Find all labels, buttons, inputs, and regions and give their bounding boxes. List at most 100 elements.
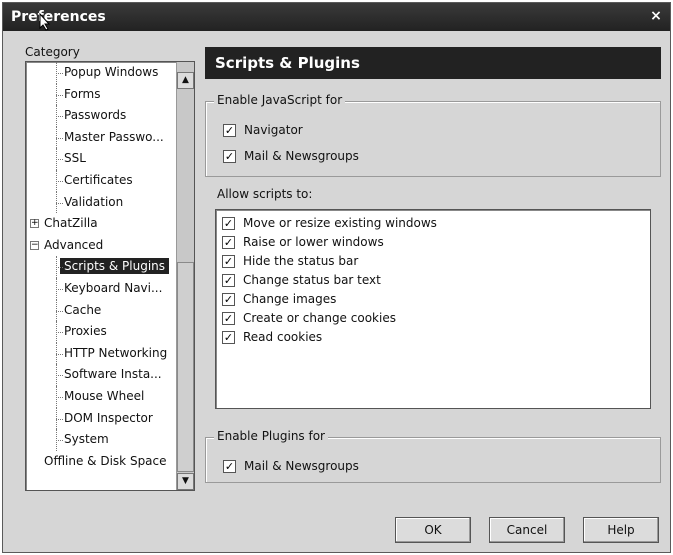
allow-script-label: Change images <box>243 292 337 306</box>
checkbox-box[interactable]: ✓ <box>222 235 235 249</box>
mail-newsgroups-label: Mail & Newsgroups <box>244 149 359 163</box>
tree-item-offline-disk-space[interactable]: Offline & Disk Space <box>26 451 176 473</box>
allow-script-option[interactable]: ✓ Create or change cookies <box>222 309 396 327</box>
navigator-checkbox[interactable]: ✓ Navigator <box>223 121 303 139</box>
close-icon[interactable]: × <box>646 7 666 25</box>
tree-guide-branch <box>56 137 63 139</box>
collapse-icon[interactable]: − <box>30 240 39 250</box>
tree-item-forms[interactable]: Forms <box>26 83 176 106</box>
cancel-button[interactable]: Cancel <box>489 517 565 543</box>
tree-guide-branch <box>56 180 63 182</box>
mail-newsgroups-plugins-checkbox[interactable]: ✓ Mail & Newsgroups <box>223 457 359 475</box>
tree-item-label: Advanced <box>44 237 104 252</box>
mail-newsgroups-js-checkbox[interactable]: ✓ Mail & Newsgroups <box>223 147 359 165</box>
tree-guide-branch <box>56 159 63 161</box>
tree-item-label: Validation <box>64 194 124 209</box>
checkbox-box[interactable]: ✓ <box>223 123 236 137</box>
tree-item-passwords[interactable]: Passwords <box>26 105 176 127</box>
category-label: Category <box>25 45 80 59</box>
tree-item-label: Scripts & Plugins <box>60 258 170 275</box>
help-button[interactable]: Help <box>583 517 659 543</box>
tree-item-dom-inspector[interactable]: DOM Inspector <box>26 407 176 430</box>
allow-script-label: Raise or lower windows <box>243 235 384 249</box>
allow-script-option[interactable]: ✓ Change status bar text <box>222 271 381 289</box>
tree-guide-branch <box>56 353 63 355</box>
tree-item-label: Cache <box>64 302 102 317</box>
title-bar[interactable]: Preferences × <box>3 3 670 31</box>
tree-item-label: Passwords <box>64 108 127 123</box>
tree-item-label: ChatZilla <box>44 216 98 231</box>
allow-script-label: Create or change cookies <box>243 311 396 325</box>
tree-item-ssl[interactable]: SSL <box>26 148 176 170</box>
tree-item-master-passwo[interactable]: Master Passwo... <box>26 126 176 149</box>
tree-item-label: Offline & Disk Space <box>44 453 167 468</box>
mouse-pointer-icon <box>39 13 51 31</box>
tree-item-system[interactable]: System <box>26 429 176 451</box>
tree-item-cache[interactable]: Cache <box>26 299 176 322</box>
allow-scripts-label: Allow scripts to: <box>217 187 313 201</box>
tree-item-label: Certificates <box>64 172 133 187</box>
tree-item-proxies[interactable]: Proxies <box>26 321 176 343</box>
tree-item-http-networking[interactable]: HTTP Networking <box>26 342 176 365</box>
allow-script-option[interactable]: ✓ Hide the status bar <box>222 252 358 270</box>
tree-item-keyboard-navi[interactable]: Keyboard Navi... <box>26 277 176 300</box>
tree-item-label: Popup Windows <box>64 65 159 79</box>
checkbox-box[interactable]: ✓ <box>222 292 235 306</box>
tree-item-label: Software Insta... <box>64 367 162 382</box>
tree-item-popup-windows[interactable]: Popup Windows <box>26 62 176 84</box>
navigator-label: Navigator <box>244 123 303 137</box>
scroll-thumb[interactable] <box>177 262 194 472</box>
allow-scripts-list[interactable]: ✓ Move or resize existing windows ✓ Raise o… <box>215 209 651 409</box>
checkbox-box[interactable]: ✓ <box>223 149 236 163</box>
tree-guide-branch <box>56 94 63 96</box>
tree-guide-branch <box>56 418 63 420</box>
tree-item-validation[interactable]: Validation <box>26 191 176 214</box>
tree-item-scripts-plugins[interactable]: Scripts & Plugins <box>26 256 176 278</box>
allow-script-label: Hide the status bar <box>243 254 359 268</box>
tree-item-label: Keyboard Navi... <box>64 280 163 295</box>
tree-guide-branch <box>56 310 63 312</box>
tree-item-certificates[interactable]: Certificates <box>26 169 176 192</box>
tree-guide-branch <box>56 116 63 118</box>
checkbox-box[interactable]: ✓ <box>222 254 235 268</box>
tree-scrollbar[interactable]: ▲ ▼ <box>176 62 194 490</box>
tree-guide-branch <box>56 332 63 334</box>
tree-item-chatzilla[interactable]: + ChatZilla <box>26 213 176 235</box>
ok-button[interactable]: OK <box>395 517 471 543</box>
scroll-down-button[interactable]: ▼ <box>177 473 194 490</box>
enable-javascript-title: Enable JavaScript for <box>214 93 346 107</box>
allow-script-label: Change status bar text <box>243 273 381 287</box>
tree-guide-branch <box>56 267 63 269</box>
window-title: Preferences <box>11 9 106 25</box>
panel-title: Scripts & Plugins <box>205 47 661 79</box>
tree-item-label: System <box>64 432 109 447</box>
checkbox-box[interactable]: ✓ <box>222 273 235 287</box>
allow-script-option[interactable]: ✓ Raise or lower windows <box>222 233 384 251</box>
allow-script-option[interactable]: ✓ Move or resize existing windows <box>222 214 437 232</box>
tree-guide-branch <box>56 375 63 377</box>
enable-plugins-title: Enable Plugins for <box>214 429 328 443</box>
allow-script-option[interactable]: ✓ Change images <box>222 290 336 308</box>
tree-item-advanced[interactable]: − Advanced <box>26 235 176 257</box>
tree-item-label: SSL <box>64 151 86 166</box>
tree-item-label: Mouse Wheel <box>64 388 145 403</box>
tree-item-label: Master Passwo... <box>64 129 164 144</box>
tree-item-label: Forms <box>64 86 101 101</box>
checkbox-box[interactable]: ✓ <box>223 459 236 473</box>
tree-guide-branch <box>56 288 63 290</box>
tree-item-label: DOM Inspector <box>64 410 153 425</box>
expand-icon[interactable]: + <box>30 219 39 229</box>
tree-item-mouse-wheel[interactable]: Mouse Wheel <box>26 385 176 408</box>
enable-javascript-group: Enable JavaScript for <box>205 93 661 177</box>
checkbox-box[interactable]: ✓ <box>222 311 235 325</box>
checkbox-box[interactable]: ✓ <box>222 330 235 344</box>
allow-script-option[interactable]: ✓ Read cookies <box>222 328 322 346</box>
allow-script-label: Move or resize existing windows <box>243 216 437 230</box>
allow-script-label: Read cookies <box>243 330 323 344</box>
tree-item-software-insta[interactable]: Software Insta... <box>26 364 176 386</box>
scroll-up-button[interactable]: ▲ <box>177 72 194 89</box>
category-tree[interactable]: Popup Windows Forms Passwords Master Passwo… <box>25 61 195 491</box>
checkbox-box[interactable]: ✓ <box>222 216 235 230</box>
mail-newsgroups-plugins-label: Mail & Newsgroups <box>244 459 359 473</box>
tree-guide-branch <box>56 440 63 442</box>
